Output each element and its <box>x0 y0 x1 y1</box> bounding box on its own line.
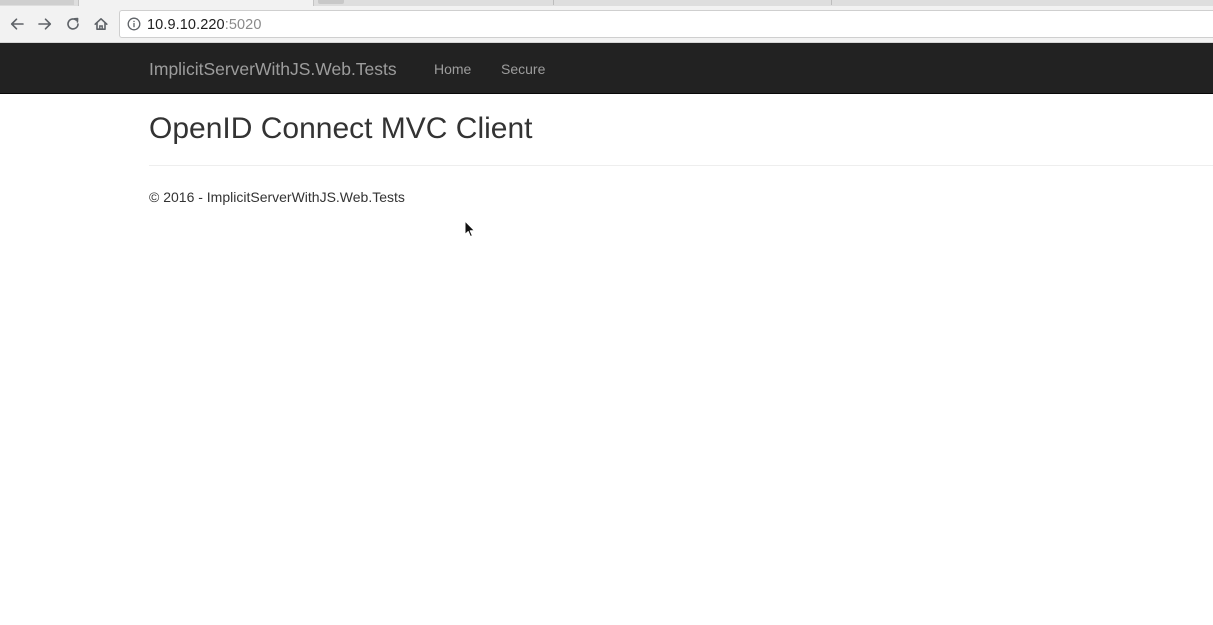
tab-separator <box>553 0 554 5</box>
url-text[interactable]: 10.9.10.220:5020 <box>147 16 262 34</box>
arrow-left-icon <box>10 18 24 30</box>
nav-link-secure[interactable]: Secure <box>501 60 545 78</box>
tab-separator <box>831 0 832 5</box>
forward-button[interactable] <box>34 13 56 35</box>
navbar-brand-link[interactable]: ImplicitServerWithJS.Web.Tests <box>149 59 397 79</box>
page-title: OpenID Connect MVC Client <box>149 112 533 145</box>
site-navbar: ImplicitServerWithJS.Web.Tests Home Secu… <box>0 43 1213 94</box>
arrow-right-icon <box>38 18 52 30</box>
browser-toolbar: 10.9.10.220:5020 <box>0 6 1213 43</box>
reload-button[interactable] <box>62 13 84 35</box>
home-icon <box>94 18 108 30</box>
footer-divider <box>149 165 1213 166</box>
reload-icon <box>67 17 79 30</box>
nav-link-home[interactable]: Home <box>434 60 471 78</box>
url-host: 10.9.10.220 <box>147 17 225 33</box>
new-tab-button[interactable] <box>318 0 344 4</box>
mouse-cursor-icon <box>464 220 476 238</box>
info-icon[interactable] <box>127 17 141 31</box>
browser-tab-inactive[interactable] <box>0 0 74 5</box>
back-button[interactable] <box>6 13 28 35</box>
home-button[interactable] <box>90 13 112 35</box>
footer-copyright: © 2016 - ImplicitServerWithJS.Web.Tests <box>149 189 405 205</box>
address-bar[interactable]: 10.9.10.220:5020 <box>119 10 1213 38</box>
url-port: :5020 <box>224 17 262 33</box>
